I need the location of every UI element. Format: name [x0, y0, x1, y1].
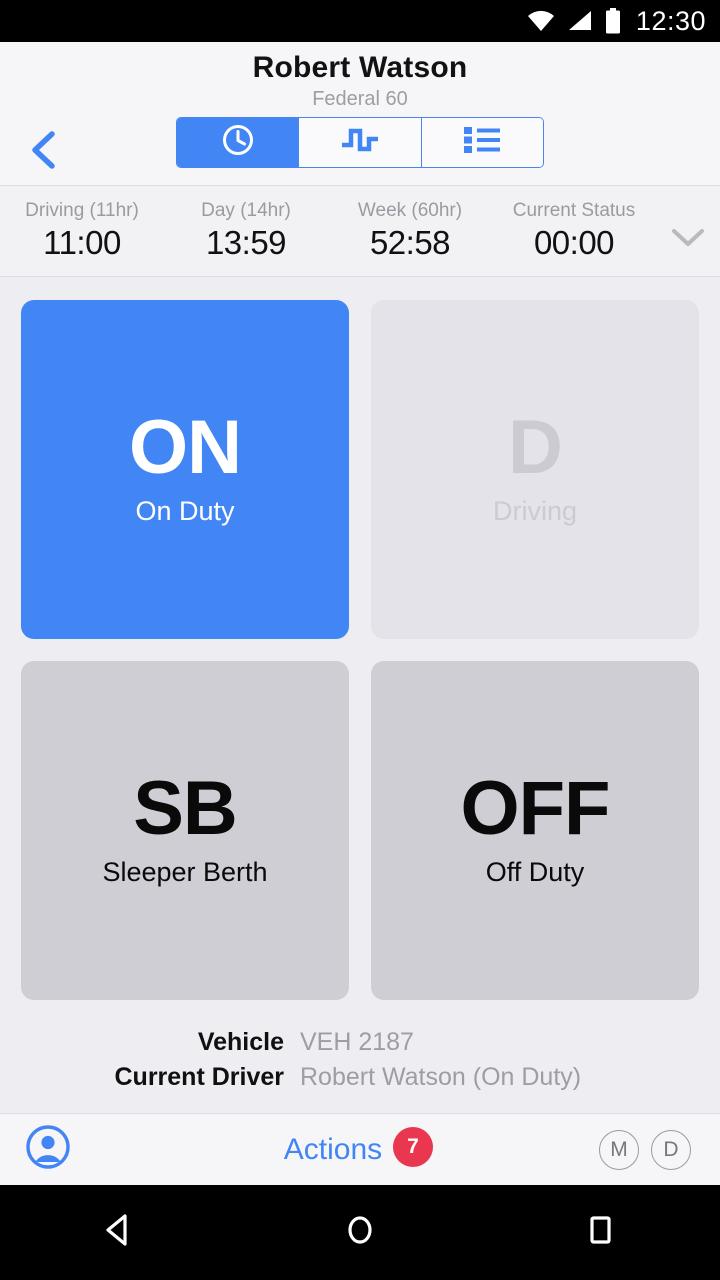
profile-button[interactable]	[0, 1124, 96, 1175]
stat-value: 11:00	[43, 224, 121, 261]
stat-label: Current Status	[512, 200, 636, 221]
android-nav-bar	[0, 1185, 720, 1280]
duty-card-sleeper-berth[interactable]: SB Sleeper Berth	[21, 661, 349, 1000]
stat-current-status: Current Status 00:00	[492, 200, 656, 262]
chevron-left-icon	[29, 129, 59, 176]
vehicle-value: VEH 2187	[300, 1028, 414, 1056]
duty-card-off-duty[interactable]: OFF Off Duty	[371, 661, 699, 1000]
nav-home-button[interactable]	[300, 1212, 420, 1253]
account-circle-icon	[25, 1124, 71, 1175]
actions-label: Actions	[283, 1132, 383, 1166]
nav-back-button[interactable]	[60, 1212, 180, 1253]
bottom-action-bar: Actions 7 M D	[0, 1113, 720, 1185]
token-m[interactable]: M	[599, 1129, 639, 1170]
stat-label: Week (60hr)	[357, 200, 463, 221]
duty-card-name: Driving	[492, 496, 578, 527]
duty-card-name: Sleeper Berth	[102, 857, 268, 888]
nav-recents-icon	[583, 1212, 617, 1253]
duty-card-on-duty[interactable]: ON On Duty	[21, 300, 349, 639]
current-driver-row: Current Driver Robert Watson (On Duty)	[0, 1063, 720, 1095]
nav-home-icon	[343, 1212, 377, 1253]
app-header: Robert Watson Federal 60	[0, 42, 720, 185]
square-wave-icon	[341, 125, 379, 160]
duty-card-abbr: ON	[129, 404, 242, 490]
expand-summary-button[interactable]	[656, 209, 720, 254]
stat-value: 00:00	[533, 224, 615, 261]
duty-card-abbr: D	[508, 404, 563, 490]
stat-label: Day (14hr)	[201, 200, 291, 221]
view-mode-segmented-control	[176, 117, 544, 168]
tab-graph[interactable]	[298, 118, 421, 167]
list-icon	[463, 125, 501, 160]
chevron-down-icon	[669, 225, 707, 254]
duty-card-abbr: SB	[133, 765, 238, 851]
nav-recents-button[interactable]	[540, 1212, 660, 1253]
duty-card-name: On Duty	[135, 496, 235, 527]
status-tokens: M D	[570, 1129, 720, 1170]
nav-back-icon	[103, 1212, 137, 1253]
actions-badge: 7	[393, 1126, 433, 1167]
stat-value: 13:59	[205, 224, 287, 261]
tab-list[interactable]	[420, 118, 543, 167]
android-status-bar: 12:30	[0, 0, 720, 42]
status-bar-clock: 12:30	[635, 5, 706, 36]
duty-status-grid: ON On Duty D Driving SB Sleeper Berth OF…	[21, 300, 699, 1000]
current-driver-label: Current Driver	[114, 1063, 285, 1091]
token-d[interactable]: D	[651, 1129, 691, 1170]
app-screen: 12:30 Robert Watson Federal 60 Driving (…	[0, 0, 720, 1280]
duty-card-driving: D Driving	[371, 300, 699, 639]
duty-card-abbr: OFF	[460, 765, 611, 851]
current-driver-value: Robert Watson (On Duty)	[300, 1063, 582, 1091]
stat-value: 52:58	[369, 224, 451, 261]
ruleset-subtitle: Federal 60	[312, 88, 408, 110]
wifi-icon	[526, 9, 556, 33]
stat-week: Week (60hr) 52:58	[328, 200, 492, 262]
clock-icon	[221, 123, 255, 162]
actions-button[interactable]: Actions 7	[96, 1126, 570, 1167]
vehicle-info: Vehicle VEH 2187 Current Driver Robert W…	[0, 1028, 720, 1110]
tab-clock[interactable]	[177, 118, 299, 167]
duty-card-name: Off Duty	[485, 857, 585, 888]
battery-icon	[604, 8, 622, 34]
stat-label: Driving (11hr)	[25, 200, 139, 221]
page-title: Robert Watson	[252, 51, 468, 84]
stat-day: Day (14hr) 13:59	[164, 200, 328, 262]
stat-driving: Driving (11hr) 11:00	[0, 200, 164, 262]
back-button[interactable]	[18, 128, 70, 176]
hos-summary-bar: Driving (11hr) 11:00 Day (14hr) 13:59 We…	[0, 185, 720, 277]
vehicle-row: Vehicle VEH 2187	[0, 1028, 720, 1060]
vehicle-label: Vehicle	[197, 1028, 284, 1056]
cell-signal-icon	[566, 9, 594, 33]
